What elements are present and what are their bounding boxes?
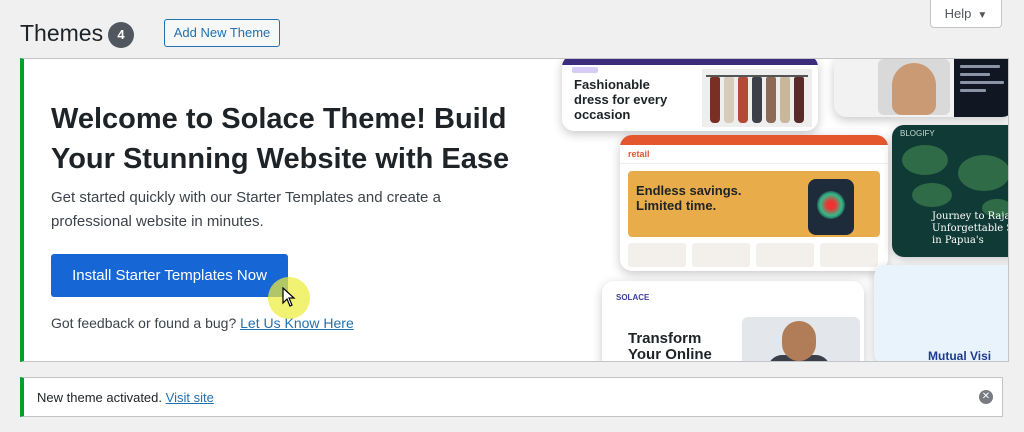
portrait-image [878,59,950,115]
dismiss-icon[interactable]: ✕ [979,390,993,404]
help-tab-button[interactable]: Help ▼ [930,0,1002,28]
preview-retail-headline: Endless savings. Limited time. [636,183,742,213]
visit-site-link[interactable]: Visit site [166,390,214,405]
page-header: Themes 4 Add New Theme Help ▼ [0,0,1024,56]
person-with-headphones-image [742,317,860,361]
preview-blog-logo: BLOGIFY [900,129,935,138]
watch-image [808,179,854,235]
preview-solace-logo: SOLACE [616,293,650,302]
add-new-theme-button[interactable]: Add New Theme [164,19,280,47]
theme-activated-notice: New theme activated. Visit site ✕ [20,377,1003,417]
theme-count-badge: 4 [108,22,134,48]
preview-card-fashion: Fashionable dress for every occasion [562,59,818,131]
notice-message: New theme activated. Visit site [37,390,214,405]
preview-chip [572,67,598,73]
welcome-heading: Welcome to Solace Theme! Build Your Stun… [51,103,510,175]
preview-product-tile [820,243,878,267]
install-starter-templates-button[interactable]: Install Starter Templates Now [51,254,288,297]
preview-retail-hero: Endless savings. Limited time. [628,171,880,237]
preview-product-tile [628,243,686,267]
feedback-text: Got feedback or found a bug? [51,315,237,331]
preview-fashion-title: Fashionable dress for every occasion [574,77,668,122]
welcome-panel: Welcome to Solace Theme! Build Your Stun… [20,58,1009,362]
preview-product-tile [756,243,814,267]
preview-nav: retail [620,145,888,164]
preview-topbar [562,59,818,65]
preview-solace-headline: Transform Your Online [628,330,712,362]
caret-down-icon: ▼ [977,10,988,21]
notice-text: New theme activated. [37,390,163,405]
preview-blog-headline: Journey to Raja Unforgettable S in Papua… [932,211,1009,246]
preview-card-portrait [834,59,1008,117]
preview-card-solace: SOLACE Transform Your Online [602,281,864,362]
page-title: Themes [20,20,104,46]
welcome-description: Get started quickly with our Starter Tem… [51,189,441,230]
preview-card-retail: retail Endless savings. Limited time. [620,135,888,271]
mouse-cursor-icon [282,287,296,307]
preview-business-headline: Mutual Visi Partners In G [928,349,992,362]
preview-retail-logo: retail [628,149,650,159]
preview-dark-panel [954,59,1008,117]
preview-topbar [620,135,888,145]
theme-preview-collage: Fashionable dress for every occasion ret… [558,59,1009,362]
preview-product-tile [692,243,750,267]
preview-card-business: Mutual Visi Partners In G [874,265,1008,362]
help-label: Help [944,6,972,21]
clothing-rack-image [702,69,812,127]
feedback-line: Got feedback or found a bug? Let Us Know… [51,315,354,331]
preview-card-blog: BLOGIFY Journey to Raja Unforgettable S … [892,125,1009,257]
